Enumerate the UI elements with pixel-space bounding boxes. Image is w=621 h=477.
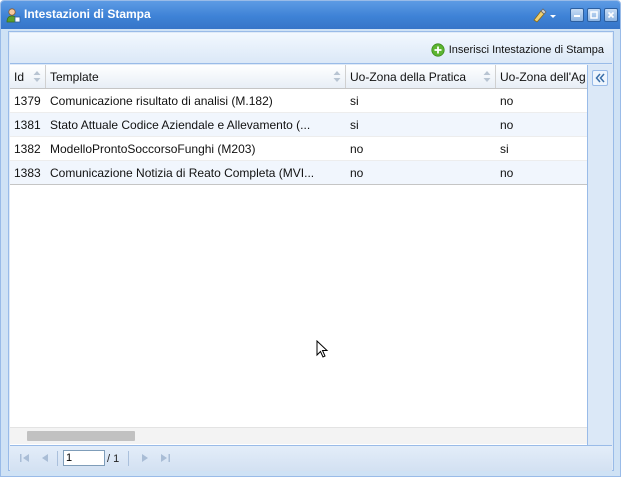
cell-id: 1382 [14, 142, 41, 156]
sort-icon [483, 71, 491, 82]
column-header-label: Id [14, 70, 25, 84]
page-number-input[interactable] [63, 450, 105, 466]
close-button[interactable] [604, 8, 618, 22]
table-row[interactable]: 1379 Comunicazione risultato di analisi … [10, 89, 587, 113]
first-page-icon[interactable] [18, 452, 32, 464]
horizontal-scrollbar[interactable] [10, 427, 587, 444]
column-header-zona-ag[interactable]: Uo-Zona dell'Ag [496, 65, 587, 88]
cell-id: 1379 [14, 94, 41, 108]
data-grid: Id Template Uo-Zona della Pratica Uo-Zon… [10, 65, 588, 445]
table-row[interactable]: 1381 Stato Attuale Codice Aziendale e Al… [10, 113, 587, 137]
side-collapse-strip [588, 65, 613, 445]
sort-icon [333, 71, 341, 82]
grid-header: Id Template Uo-Zona della Pratica Uo-Zon… [10, 65, 587, 89]
mouse-cursor-icon [316, 340, 329, 358]
double-chevron-left-icon [595, 73, 605, 83]
cell-zona-pratica: no [350, 142, 364, 156]
last-page-icon[interactable] [158, 452, 172, 464]
next-page-icon[interactable] [138, 452, 152, 464]
maximize-button[interactable] [587, 8, 601, 22]
scrollbar-thumb[interactable] [27, 431, 135, 441]
column-header-template[interactable]: Template [46, 65, 346, 88]
previous-page-icon[interactable] [38, 452, 52, 464]
cell-template: Comunicazione risultato di analisi (M.18… [50, 94, 273, 108]
cell-template: ModelloProntoSoccorsoFunghi (M203) [50, 142, 256, 156]
table-row[interactable]: 1383 Comunicazione Notizia di Reato Comp… [10, 161, 587, 185]
grid-toolbar: Inserisci Intestazione di Stampa [10, 33, 612, 64]
column-header-label: Uo-Zona della Pratica [350, 70, 467, 84]
page-count-text: / 1 [107, 453, 120, 465]
insert-header-button[interactable]: Inserisci Intestazione di Stampa [431, 42, 604, 58]
expand-panel-button[interactable] [592, 70, 608, 86]
cell-id: 1381 [14, 118, 41, 132]
cell-id: 1383 [14, 166, 41, 180]
insert-header-label: Inserisci Intestazione di Stampa [448, 44, 604, 56]
column-header-label: Uo-Zona dell'Ag [500, 70, 586, 84]
column-header-id[interactable]: Id [10, 65, 46, 88]
cell-zona-ag: no [500, 94, 514, 108]
user-icon [6, 8, 21, 23]
add-icon [431, 43, 445, 57]
cell-template: Stato Attuale Codice Aziendale e Allevam… [50, 118, 311, 132]
toolbar-separator [128, 451, 129, 466]
window-title: Intestazioni di Stampa [24, 7, 151, 21]
title-bar[interactable]: Intestazioni di Stampa [1, 1, 620, 29]
sort-icon [33, 71, 41, 82]
cell-zona-ag: no [500, 118, 514, 132]
grid-panel: Inserisci Intestazione di Stampa Id Temp… [8, 31, 614, 471]
tools-menu-icon[interactable] [531, 7, 557, 23]
toolbar-separator [57, 451, 58, 466]
cell-zona-ag: no [500, 166, 514, 180]
cell-template: Comunicazione Notizia di Reato Completa … [50, 166, 315, 180]
cell-zona-pratica: no [350, 166, 364, 180]
column-header-label: Template [50, 70, 99, 84]
cell-zona-pratica: si [350, 94, 359, 108]
cell-zona-pratica: si [350, 118, 359, 132]
window: Intestazioni di Stampa Inserisci Intesta… [0, 0, 621, 477]
column-header-zona-pratica[interactable]: Uo-Zona della Pratica [346, 65, 496, 88]
cell-zona-ag: si [500, 142, 509, 156]
paging-toolbar: / 1 [10, 445, 612, 471]
minimize-button[interactable] [570, 8, 584, 22]
table-row[interactable]: 1382 ModelloProntoSoccorsoFunghi (M203) … [10, 137, 587, 161]
